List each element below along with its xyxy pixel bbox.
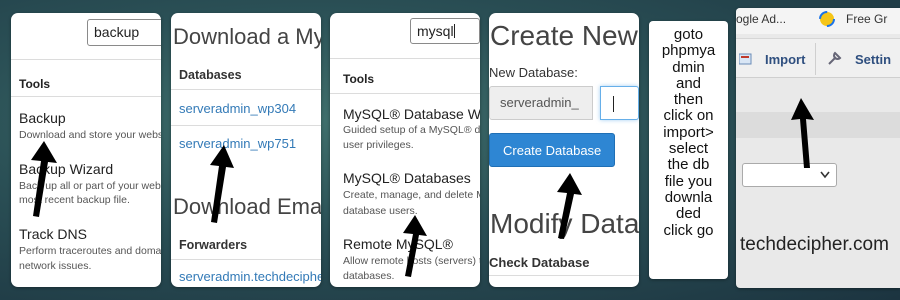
new-database-label: New Database: (489, 65, 578, 80)
check-database-label: Check Database (489, 255, 590, 270)
pointer-arrow-icon (791, 98, 814, 168)
note-line: ded (675, 205, 702, 223)
bookmark-favicon-icon (819, 11, 835, 27)
pointer-arrow-icon (403, 215, 427, 277)
divider (11, 96, 161, 97)
divider (330, 58, 480, 59)
download-home-heading: Download a My (173, 24, 321, 49)
note-line: the db (667, 156, 710, 174)
tools-search-input[interactable]: mysql (410, 18, 480, 44)
tools-search-input[interactable]: backup (87, 19, 161, 46)
watermark-text: techdecipher.com (740, 234, 889, 255)
create-database-button[interactable]: Create Database (489, 133, 616, 167)
note-line: select (668, 140, 709, 158)
tools-heading: Tools (19, 77, 51, 91)
divider (330, 93, 480, 94)
panel-instructions-note: goto phpmya dmin and then click on impor… (649, 21, 728, 279)
download-email-heading: Download Ema (173, 194, 321, 219)
remote-mysql-description-line2: databases. (343, 270, 395, 282)
panel-cpanel-backup-tools: backup Tools Backup Download and store y… (11, 13, 161, 287)
chevron-down-icon (820, 171, 830, 179)
forwarders-heading: Forwarders (179, 238, 248, 252)
mysql-databases-description-line1: Create, manage, and delete My (343, 189, 480, 201)
databases-heading: Databases (179, 68, 242, 82)
divider (171, 259, 321, 260)
note-line: then (673, 91, 704, 109)
mysql-databases-link[interactable]: MySQL® Databases (343, 170, 471, 186)
pointer-arrow-icon (210, 145, 234, 223)
note-line: phpmya (661, 42, 716, 60)
note-line: file you (664, 172, 713, 190)
new-database-input[interactable] (600, 86, 639, 120)
text-cursor (453, 24, 455, 38)
panel-backup-downloads: Download a My Databases serveradmin_wp30… (171, 13, 321, 287)
mysql-wizard-description-line1: Guided setup of a MySQL® database (343, 124, 480, 136)
phpmyadmin-toolbar: Import Settin (736, 38, 900, 78)
panel-cpanel-mysql-tools: mysql Tools MySQL® Database Wiz Guided s… (330, 13, 480, 287)
browser-bookmarks-bar: ogle Ad... Free Gr (736, 8, 900, 34)
mysql-database-wizard-link[interactable]: MySQL® Database Wiz (343, 106, 480, 122)
note-line: dmin (672, 58, 705, 76)
instructions-text: goto phpmya dmin and then click on impor… (649, 26, 728, 239)
bookmark-google-ads[interactable]: ogle Ad... (736, 12, 786, 26)
toolbar-separator (815, 43, 816, 75)
note-line: and (675, 74, 702, 92)
mysql-wizard-description-line2: user privileges. (343, 139, 414, 151)
note-line: import> (663, 123, 714, 141)
import-icon (739, 53, 752, 65)
divider (11, 59, 161, 60)
settings-wrench-icon (828, 51, 842, 65)
backup-link[interactable]: Backup (19, 110, 66, 126)
note-line: click on (663, 107, 714, 125)
search-value: mysql (417, 23, 454, 39)
note-line: downla (664, 188, 713, 206)
forwarder-download-link[interactable]: serveradmin.techdecipher (179, 269, 321, 284)
database-download-link[interactable]: serveradmin_wp751 (179, 136, 296, 151)
text-cursor (613, 96, 614, 112)
divider (171, 89, 321, 90)
note-line: goto (673, 26, 704, 43)
create-database-heading: Create New (490, 20, 638, 51)
track-dns-link[interactable]: Track DNS (19, 226, 87, 242)
bookmark-free[interactable]: Free Gr (846, 12, 887, 26)
tools-heading: Tools (343, 72, 375, 86)
section-band (736, 112, 900, 138)
database-prefix: serveradmin_ (489, 86, 593, 120)
divider (489, 275, 639, 276)
pointer-arrow-icon (31, 141, 57, 217)
import-tab[interactable]: Import (765, 52, 805, 67)
track-dns-description-line2: network issues. (19, 260, 92, 272)
divider (171, 125, 321, 126)
track-dns-description-line1: Perform traceroutes and domain (19, 245, 161, 257)
settings-tab[interactable]: Settin (855, 52, 891, 67)
panel-create-database: Create New New Database: serveradmin_ Cr… (489, 13, 639, 287)
database-download-link[interactable]: serveradmin_wp304 (179, 101, 296, 116)
pointer-arrow-icon (557, 173, 582, 239)
panel-phpmyadmin-import: ogle Ad... Free Gr Import Settin techdec… (736, 8, 900, 288)
remote-mysql-link[interactable]: Remote MySQL® (343, 236, 453, 252)
note-line: click go (663, 221, 714, 239)
